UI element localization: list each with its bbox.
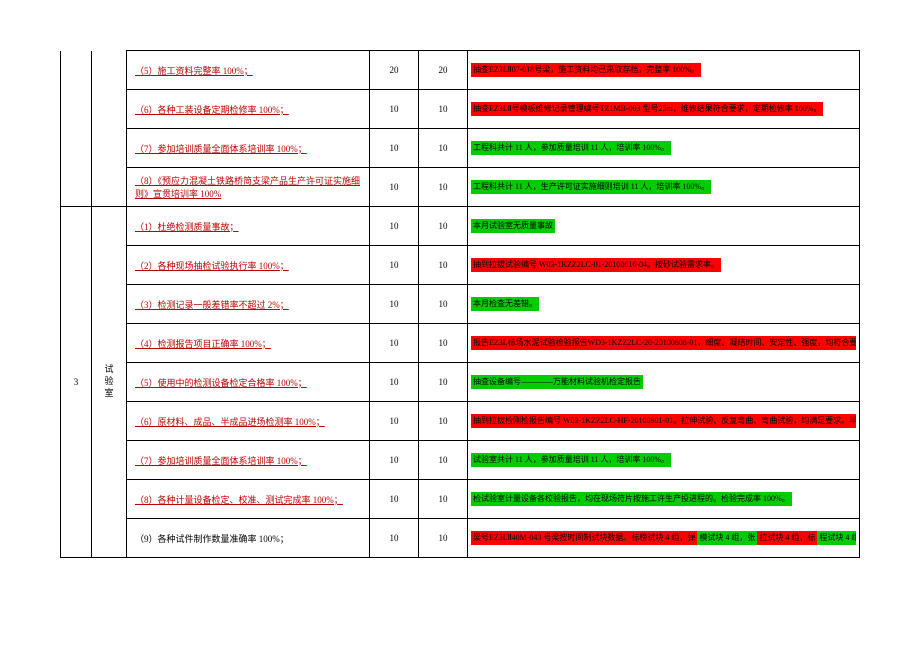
score-col-2: 10 xyxy=(419,90,468,129)
status-cell: 抽查EZ3LⅡ号模板维修记录管理编号TZ1MB-003 型号25m，维修结果符合… xyxy=(468,90,860,129)
score-col-1: 10 xyxy=(370,129,419,168)
score-col-1: 10 xyxy=(370,363,419,402)
score-col-2: 20 xyxy=(419,51,468,90)
score-col-1: 20 xyxy=(370,51,419,90)
score-col-2: 10 xyxy=(419,402,468,441)
item-desc: （8）各种计量设备检定、校准、测试完成率 100%； xyxy=(127,480,370,519)
score-col-2: 10 xyxy=(419,519,468,558)
status-cell: 检试验室计量设备各校验报告，均在现场符片按施工许生产投进程的。检验完成率 100… xyxy=(468,480,860,519)
section-index xyxy=(61,51,92,207)
score-col-1: 10 xyxy=(370,246,419,285)
section-category: 试验室 xyxy=(92,207,127,558)
item-desc: （2）各种现场抽检试验执行率 100%； xyxy=(127,246,370,285)
score-col-2: 10 xyxy=(419,324,468,363)
score-col-2: 10 xyxy=(419,363,468,402)
score-col-2: 10 xyxy=(419,285,468,324)
status-cell: 工程科共计 11 人，生产许可证实施细则培训 11 人，培训率 100%。 xyxy=(468,168,860,207)
score-col-1: 10 xyxy=(370,207,419,246)
status-cell: 抽到拉拔检刚检报告编号 W03-1KZZ2LC-HF-20100901-01。拉… xyxy=(468,402,860,441)
score-col-1: 10 xyxy=(370,324,419,363)
score-col-1: 10 xyxy=(370,402,419,441)
item-desc: （5）使用中的检测设备检定合格率 100%； xyxy=(127,363,370,402)
item-desc: （1）杜绝检测质量事故； xyxy=(127,207,370,246)
score-col-1: 10 xyxy=(370,90,419,129)
item-desc: （6）原材料、成品、半成品进场检测率 100%； xyxy=(127,402,370,441)
score-col-1: 10 xyxy=(370,285,419,324)
audit-table: （5）施工资料完整率 100%；2020抽查EZ3LⅡ07-018号梁，施工资料… xyxy=(60,50,860,558)
status-cell: 本月试验室无质量事故 xyxy=(468,207,860,246)
item-desc: （8）《预应力混凝土铁路桥简支梁产品生产许可证实施细则》宣贯培训率 100% xyxy=(127,168,370,207)
score-col-2: 10 xyxy=(419,480,468,519)
score-col-1: 10 xyxy=(370,519,419,558)
score-col-1: 10 xyxy=(370,168,419,207)
item-desc: （9）各种试件制作数量准确率 100%； xyxy=(127,519,370,558)
status-cell: 抽到拉拔试验编号 W03-1KZZ2LC-01-20100616-04。按砂试验… xyxy=(468,246,860,285)
status-cell: 试验室共计 11 人，参加质量培训 11 人，培训率 100%。 xyxy=(468,441,860,480)
item-desc: （7）参加培训质量全面体系培训率 100%； xyxy=(127,441,370,480)
item-desc: （3）检测记录一般差错率不超过 2%； xyxy=(127,285,370,324)
item-desc: （4）检测报告项目正确率 100%； xyxy=(127,324,370,363)
score-col-2: 10 xyxy=(419,207,468,246)
score-col-2: 10 xyxy=(419,441,468,480)
status-cell: 工程科共计 11 人，参加质量培训 11 人，培训率 100%。 xyxy=(468,129,860,168)
section-index: 3 xyxy=(61,207,92,558)
item-desc: （5）施工资料完整率 100%； xyxy=(127,51,370,90)
status-cell: 梁号EZ3LⅡ40M-043 号梁按时间制试块数据。标榜试块 4 组，弹模试块 … xyxy=(468,519,860,558)
section-category xyxy=(92,51,127,207)
status-cell: 抽查EZ3LⅡ07-018号梁，施工资料均已采取存档，完整率 100%。 xyxy=(468,51,860,90)
item-desc: （6）各种工装设备定期检修率 100%； xyxy=(127,90,370,129)
status-cell: 抽查设备编号————万能材料试验机检定报告 xyxy=(468,363,860,402)
score-col-2: 10 xyxy=(419,129,468,168)
score-col-2: 10 xyxy=(419,168,468,207)
status-cell: 报告EZ3L标场水泥试验检验报告WD3-1KZZ2LC-20-20100608-… xyxy=(468,324,860,363)
item-desc: （7）参加培训质量全面体系培训率 100%； xyxy=(127,129,370,168)
score-col-1: 10 xyxy=(370,441,419,480)
score-col-1: 10 xyxy=(370,480,419,519)
status-cell: 本月检查无差错。 xyxy=(468,285,860,324)
score-col-2: 10 xyxy=(419,246,468,285)
